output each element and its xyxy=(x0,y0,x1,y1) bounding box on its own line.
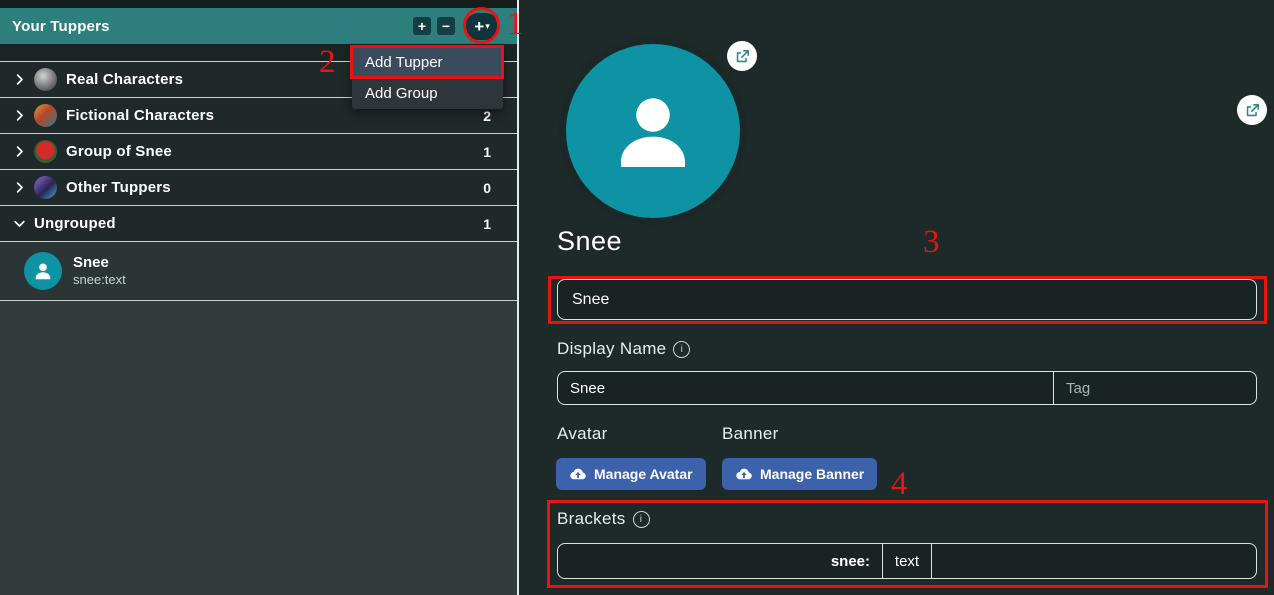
group-count: 1 xyxy=(483,216,491,232)
profile-avatar xyxy=(566,44,740,218)
chevron-down-icon xyxy=(8,215,30,233)
bracket-text-placeholder: text xyxy=(882,544,932,578)
tuppers-panel-header: Your Tuppers + − + ▾ xyxy=(0,8,517,44)
profile-avatar-ring xyxy=(559,37,747,225)
group-avatar xyxy=(34,140,57,163)
tupper-name: Snee xyxy=(73,254,126,273)
manage-banner-button[interactable]: Manage Banner xyxy=(722,458,877,490)
open-avatar-external-link-button[interactable] xyxy=(727,41,757,71)
manage-banner-label: Manage Banner xyxy=(760,466,864,482)
brackets-label-text: Brackets xyxy=(557,509,626,529)
bracket-prefix-input[interactable] xyxy=(558,544,882,578)
cloud-upload-icon xyxy=(735,465,753,483)
collapse-all-button[interactable]: − xyxy=(437,17,455,35)
manage-avatar-label: Manage Avatar xyxy=(594,466,693,482)
group-avatar xyxy=(34,68,57,91)
menu-item-add-group[interactable]: Add Group xyxy=(352,78,503,109)
tag-input[interactable] xyxy=(1054,372,1256,404)
group-row-other-tuppers[interactable]: Other Tuppers 0 xyxy=(0,170,517,206)
tupper-editor-panel: Snee Display Name i Avatar Banner Manage… xyxy=(537,0,1274,595)
banner-label: Banner xyxy=(722,424,779,444)
tupper-title: Snee xyxy=(557,226,622,257)
chevron-right-icon xyxy=(8,179,30,197)
minus-icon: − xyxy=(442,18,450,34)
group-label: Other Tuppers xyxy=(66,179,483,196)
panel-top-strip xyxy=(0,0,517,8)
panel-title: Your Tuppers xyxy=(12,18,407,35)
add-dropdown-button[interactable]: + ▾ xyxy=(465,13,499,40)
brackets-label: Brackets i xyxy=(557,509,650,529)
group-label: Ungrouped xyxy=(34,215,483,232)
chevron-down-icon: ▾ xyxy=(485,21,490,32)
info-icon[interactable]: i xyxy=(673,341,690,358)
group-row-group-of-snee[interactable]: Group of Snee 1 xyxy=(0,134,517,170)
plus-icon: + xyxy=(474,18,484,35)
avatar-label: Avatar xyxy=(557,424,608,444)
tupper-name-input[interactable] xyxy=(557,279,1257,320)
chevron-right-icon xyxy=(8,143,30,161)
display-name-input[interactable] xyxy=(558,372,1053,404)
tupperbox-dashboard: Your Tuppers + − + ▾ Real Characters Fic… xyxy=(0,0,1274,595)
external-link-icon xyxy=(1244,102,1261,119)
external-link-icon xyxy=(734,48,751,65)
group-count: 1 xyxy=(483,144,491,160)
display-name-label-text: Display Name xyxy=(557,339,666,359)
menu-item-add-tupper[interactable]: Add Tupper xyxy=(352,47,503,78)
group-count: 0 xyxy=(483,180,491,196)
display-name-tag-group xyxy=(557,371,1257,405)
manage-avatar-button[interactable]: Manage Avatar xyxy=(556,458,706,490)
chevron-right-icon xyxy=(8,71,30,89)
info-icon[interactable]: i xyxy=(633,511,650,528)
group-avatar xyxy=(34,104,57,127)
brackets-input-group: text xyxy=(557,543,1257,579)
tupper-avatar xyxy=(24,252,62,290)
group-avatar xyxy=(34,176,57,199)
chevron-right-icon xyxy=(8,107,30,125)
open-banner-external-link-button[interactable] xyxy=(1237,95,1267,125)
cloud-upload-icon xyxy=(569,465,587,483)
expand-all-button[interactable]: + xyxy=(413,17,431,35)
group-label: Group of Snee xyxy=(66,143,483,160)
group-row-ungrouped[interactable]: Ungrouped 1 xyxy=(0,206,517,242)
group-label: Fictional Characters xyxy=(66,107,483,124)
tupper-brackets-preview: snee:text xyxy=(73,272,126,288)
plus-icon: + xyxy=(418,18,426,34)
group-count: 2 xyxy=(483,108,491,124)
display-name-label: Display Name i xyxy=(557,339,690,359)
bracket-suffix-input[interactable] xyxy=(932,544,1256,578)
add-dropdown-menu: Add Tupper Add Group xyxy=(352,47,503,109)
tupper-list-item-snee[interactable]: Snee snee:text xyxy=(0,242,517,301)
